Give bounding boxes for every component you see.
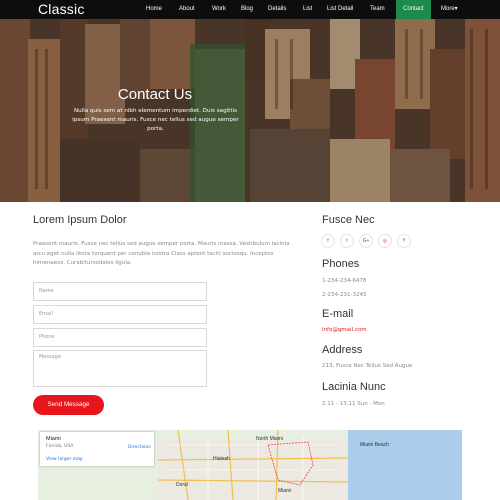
nav-more-dropdown[interactable]: More▾ xyxy=(441,0,458,19)
nav-about[interactable]: About xyxy=(179,0,195,19)
phones-heading: Phones xyxy=(322,258,360,270)
top-navbar: Classic Home About Work Blog Details Lis… xyxy=(0,0,500,19)
map-label-doral: Doral xyxy=(176,482,188,488)
brand-logo[interactable]: Classic xyxy=(38,1,85,17)
hero-subtitle: Nulla quis sem at nibh elementum imperdi… xyxy=(72,108,239,132)
map-label-north-miami: North Miami xyxy=(256,436,283,442)
phone-number-2: 2-234-231-3245 xyxy=(322,292,367,298)
contact-heading: Lorem Ipsum Dolor xyxy=(33,214,127,226)
hours-heading: Lacinia Nunc xyxy=(322,381,386,393)
email-link[interactable]: info@gmail.com xyxy=(322,327,367,333)
map-city: Miami xyxy=(46,436,61,442)
address-text: 213, Fusce Nec Tellus Sed Augue xyxy=(322,363,413,369)
nav-home[interactable]: Home xyxy=(146,0,162,19)
nav-list[interactable]: List xyxy=(303,0,312,19)
nav-blog[interactable]: Blog xyxy=(241,0,253,19)
map-larger-link[interactable]: View larger map xyxy=(46,457,83,462)
social-heading: Fusce Nec xyxy=(322,214,375,226)
yahoo-icon[interactable]: Y xyxy=(397,234,411,248)
phone-input[interactable]: Phone xyxy=(33,328,207,347)
email-input[interactable]: Email xyxy=(33,305,207,324)
map-label-miami-beach: Miami Beach xyxy=(360,442,389,448)
phone-number-1: 1-234-234-6478 xyxy=(322,278,367,284)
nav-work[interactable]: Work xyxy=(212,0,226,19)
dribbble-icon[interactable]: ◎ xyxy=(378,234,392,248)
google-plus-icon[interactable]: G+ xyxy=(359,234,373,248)
name-input[interactable]: Name xyxy=(33,282,207,301)
hero-title: Contact Us xyxy=(117,86,193,103)
nav-team[interactable]: Team xyxy=(370,0,385,19)
hours-text: 2.11 - 13.11 Sun - Mon xyxy=(322,401,385,407)
send-message-button[interactable]: Send Message xyxy=(33,395,104,415)
nav-contact[interactable]: Contact xyxy=(396,0,431,19)
map-directions-link[interactable]: Directions xyxy=(128,445,151,450)
address-heading: Address xyxy=(322,344,363,356)
message-textarea[interactable]: Message xyxy=(33,350,207,387)
map-label-hialeah: Hialeah xyxy=(213,456,230,462)
facebook-icon[interactable]: f xyxy=(321,234,335,248)
map-state: Florida, USA xyxy=(46,444,74,449)
twitter-icon[interactable]: t xyxy=(340,234,354,248)
map-label-miami: Miami xyxy=(278,488,292,494)
email-heading: E-mail xyxy=(322,308,354,320)
nav-details[interactable]: Details xyxy=(268,0,286,19)
map-info-card: Miami Florida, USA Directions View large… xyxy=(40,432,154,466)
social-links: f t G+ ◎ Y xyxy=(321,234,411,248)
nav-list-detail[interactable]: List Detail xyxy=(327,0,353,19)
hero-banner: Contact Us Nulla quis sem at nibh elemen… xyxy=(0,19,500,202)
contact-paragraph: Praesent mauris. Fusce nec tellus sed au… xyxy=(33,241,290,267)
